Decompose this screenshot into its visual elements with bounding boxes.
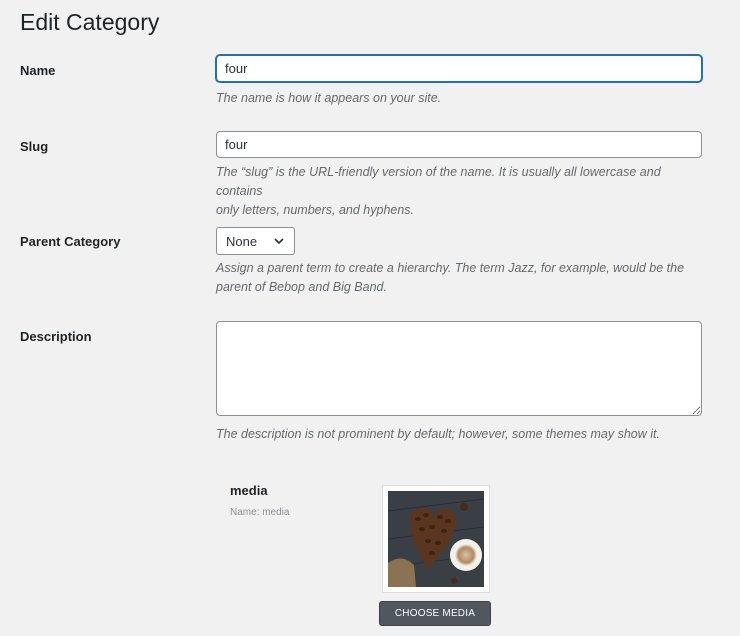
slug-help-line-2: only letters, numbers, and hyphens.	[216, 203, 415, 217]
chevron-down-icon	[274, 238, 284, 245]
parent-help-line-1: Assign a parent term to create a hierarc…	[216, 261, 685, 275]
coffee-beans-image	[388, 491, 484, 587]
name-help-text: The name is how it appears on your site.	[216, 91, 442, 105]
slug-help-text: The “slug” is the URL-friendly version o…	[216, 163, 706, 220]
slug-label: Slug	[20, 139, 49, 154]
media-title: media	[230, 483, 268, 498]
media-thumbnail	[382, 485, 490, 593]
parent-category-select[interactable]: None	[216, 227, 295, 255]
name-input[interactable]	[216, 55, 702, 82]
parent-category-label: Parent Category	[20, 234, 121, 249]
parent-help-line-2: parent of Bebop and Big Band.	[216, 280, 387, 294]
name-label: Name	[20, 63, 56, 78]
choose-media-button[interactable]: CHOOSE MEDIA	[379, 601, 491, 626]
page-title: Edit Category	[20, 9, 160, 35]
media-subtitle: Name: media	[230, 507, 290, 518]
description-label: Description	[20, 329, 92, 344]
parent-category-selected: None	[226, 233, 258, 249]
description-textarea[interactable]	[216, 321, 702, 416]
slug-help-line-1: The “slug” is the URL-friendly version o…	[216, 165, 661, 198]
description-help-text: The description is not prominent by defa…	[216, 427, 660, 441]
parent-category-help-text: Assign a parent term to create a hierarc…	[216, 259, 706, 297]
slug-input[interactable]	[216, 131, 702, 158]
